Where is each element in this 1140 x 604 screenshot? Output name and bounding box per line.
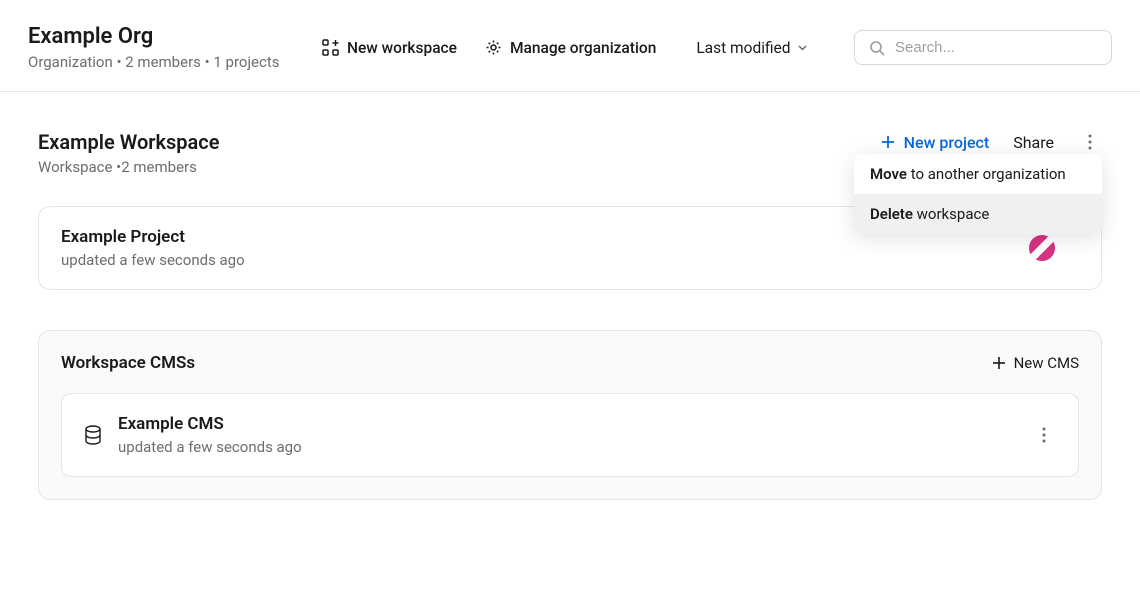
delete-rest: workspace [913, 205, 989, 223]
move-rest: to another organization [907, 165, 1066, 183]
project-meta: updated a few seconds ago [61, 251, 1079, 269]
avatar [1027, 233, 1057, 263]
cms-card[interactable]: Example CMS updated a few seconds ago [61, 393, 1079, 477]
sort-label: Last modified [696, 39, 790, 57]
move-to-org-item[interactable]: Move to another organization [854, 154, 1102, 194]
manage-organization-button[interactable]: Manage organization [485, 39, 656, 57]
database-icon [84, 425, 102, 445]
cms-more-button[interactable] [1032, 423, 1056, 447]
chevron-down-icon [797, 42, 808, 53]
plus-icon [992, 356, 1006, 370]
share-button[interactable]: Share [1013, 133, 1054, 152]
cms-meta: updated a few seconds ago [118, 438, 302, 456]
cms-title: Example CMS [118, 414, 302, 434]
new-cms-button[interactable]: New CMS [992, 354, 1079, 372]
plus-icon [880, 134, 896, 150]
cms-section-title: Workspace CMSs [61, 353, 195, 373]
org-title: Example Org [28, 24, 298, 49]
new-cms-label: New CMS [1014, 354, 1079, 372]
grid-plus-icon [322, 39, 339, 56]
workspace-context-menu: Move to another organization Delete work… [854, 154, 1102, 234]
topbar-actions: New workspace Manage organization Last m… [322, 39, 808, 57]
workspace-meta: Workspace •2 members [38, 158, 219, 176]
main-content: Example Workspace Workspace •2 members N… [0, 92, 1140, 500]
move-bold: Move [870, 165, 907, 183]
sort-button[interactable]: Last modified [696, 39, 807, 57]
more-vertical-icon [1042, 427, 1046, 443]
search-icon [869, 40, 885, 56]
search-input[interactable] [895, 39, 1097, 56]
new-workspace-label: New workspace [347, 39, 457, 57]
gear-icon [485, 39, 502, 56]
workspace-title: Example Workspace [38, 130, 219, 154]
workspace-more-button[interactable] [1078, 130, 1102, 154]
cms-section-header: Workspace CMSs New CMS [61, 353, 1079, 373]
org-block: Example Org Organization • 2 members • 1… [28, 24, 298, 71]
cms-card-left: Example CMS updated a few seconds ago [84, 414, 302, 456]
top-bar: Example Org Organization • 2 members • 1… [0, 0, 1140, 92]
delete-bold: Delete [870, 205, 913, 223]
workspace-actions: New project Share [880, 130, 1102, 154]
manage-organization-label: Manage organization [510, 39, 656, 57]
delete-workspace-item[interactable]: Delete workspace [854, 194, 1102, 234]
org-meta: Organization • 2 members • 1 projects [28, 53, 298, 71]
more-vertical-icon [1088, 134, 1092, 150]
cms-info: Example CMS updated a few seconds ago [118, 414, 302, 456]
new-workspace-button[interactable]: New workspace [322, 39, 457, 57]
new-project-label: New project [904, 133, 990, 152]
cms-section: Workspace CMSs New CMS [38, 330, 1102, 500]
new-project-button[interactable]: New project [880, 133, 990, 152]
workspace-title-block: Example Workspace Workspace •2 members [38, 130, 219, 176]
search-box[interactable] [854, 30, 1112, 65]
